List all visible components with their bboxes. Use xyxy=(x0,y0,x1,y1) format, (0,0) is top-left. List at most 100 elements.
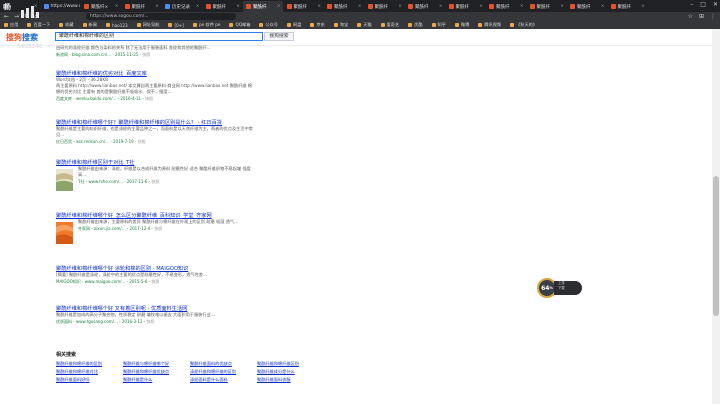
bookmark-item[interactable]: 网盘 xyxy=(287,22,301,28)
result-cache-link[interactable]: 快照 xyxy=(154,226,162,231)
bookmark-item[interactable]: 网址导航 xyxy=(136,22,159,28)
browser-tab[interactable]: 聚酰纤 × xyxy=(365,1,405,12)
related-search-link[interactable]: 聚酰纤维和棉纤维优缺点 xyxy=(123,369,190,375)
bookmark-item[interactable]: 新闻 xyxy=(82,22,97,28)
bookmark-item[interactable]: 天猫 xyxy=(357,22,372,28)
bookmark-item[interactable]: 知乎 xyxy=(431,22,446,28)
browser-tab[interactable]: 聚酰纤 × xyxy=(243,1,283,12)
result-title[interactable]: 聚酰纤维和棉纤维哪个好 又有着区别呢 - 优质面料生活网 xyxy=(56,305,256,312)
bookmark-label: 京东 xyxy=(316,22,325,27)
bookmark-item[interactable]: 淘宝 xyxy=(333,22,348,28)
bookmark-item[interactable]: 腾讯视频 xyxy=(478,22,501,28)
related-search-link[interactable]: 聚酰纤维和棉纤维对比 xyxy=(56,369,123,375)
tab-close-icon[interactable]: × xyxy=(115,4,119,9)
bookmark-item[interactable]: 公众号 xyxy=(259,22,278,28)
result-url-text[interactable]: MAIGOO知识 - www.maigoo.com/... - 2015-5-6 xyxy=(56,279,147,284)
tab-close-icon[interactable]: × xyxy=(155,4,159,9)
bookmark-item[interactable]: hao123 xyxy=(105,23,128,28)
result-title[interactable]: 聚酰纤维和棉纤维的优劣对比_百度文库 xyxy=(56,70,256,77)
speed-value: 64 xyxy=(541,284,550,292)
browser-tab[interactable]: 聚酰纤 × xyxy=(203,1,243,12)
result-url-text[interactable]: 百度文库 - wenku.baidu.com/... - 2016-4-11 xyxy=(56,96,141,101)
result-title[interactable]: 聚酰纤维和棉纤维哪个好？聚酰纤维和棉纤维的区别是什么？ - 红日百货 xyxy=(56,119,256,126)
result-title[interactable]: 聚酰纤维和棉纤维哪个好_怎么区分聚酰纤维_百科知识_学堂_齐家网 xyxy=(56,212,256,219)
bookmark-item[interactable]: pe 软件 pe xyxy=(192,22,220,28)
browser-tab[interactable]: 聚酰纤 × xyxy=(486,1,526,12)
scrollbar-thumb[interactable] xyxy=(713,176,719,316)
related-search-link[interactable]: 聚酰纤维和棉纤维的区别 xyxy=(56,361,123,367)
related-search-link[interactable]: 聚酰纤维和棉纤维区别 xyxy=(257,361,324,367)
bookmark-item[interactable]: 收藏 xyxy=(59,22,74,28)
extensions-icon[interactable]: ⊞ xyxy=(699,13,704,20)
menu-icon[interactable]: ⋮ xyxy=(710,13,716,20)
result-url-text[interactable]: T社 - www.tshe.com/... - 2017-11-6 xyxy=(78,179,147,184)
tab-close-icon[interactable]: × xyxy=(358,4,362,9)
result-cache-link[interactable]: 快照 xyxy=(151,279,159,284)
result-title[interactable]: 聚酰纤维和棉纤维哪个好 涂轮和棉的区别 - MAIGOO知识 xyxy=(56,265,256,272)
result-item: 聚酰纤维和棉纤维哪个好 又有着区别呢 - 优质面料生活网 聚酰纤维是加成的高分子… xyxy=(56,305,256,325)
browser-tab[interactable]: 聚酰纤 × xyxy=(527,1,567,12)
tab-close-icon[interactable]: × xyxy=(277,4,281,9)
close-window-icon[interactable]: ✕ xyxy=(713,1,718,8)
tab-close-icon[interactable]: × xyxy=(520,4,524,9)
bookmark-item[interactable]: [0+] xyxy=(168,23,184,28)
related-search-link[interactable]: 聚酰纤维面料好吗 xyxy=(56,377,123,383)
star-icon[interactable]: ☆ xyxy=(688,13,693,20)
result-thumbnail-fabric[interactable] xyxy=(56,169,73,191)
bookmark-label: 网盘 xyxy=(293,22,302,27)
related-search-link[interactable]: 聚酰纤维成分是什么 xyxy=(257,369,324,375)
tab-close-icon[interactable]: × xyxy=(317,4,321,9)
speed-unit: % xyxy=(549,286,553,290)
result-url-text[interactable]: 新浪网 - blog.sina.com.cn/... - 2015-11-25 xyxy=(56,52,138,57)
browser-tab[interactable]: 聚酰纤 × xyxy=(284,1,324,12)
browser-tab[interactable]: 聚酰纤 × xyxy=(122,1,162,12)
sogou-logo[interactable]: 搜狗搜索 xyxy=(6,32,38,43)
network-speed-widget[interactable]: 64% 上传 下载 xyxy=(537,278,582,298)
result-cache-link[interactable]: 快照 xyxy=(138,139,146,144)
related-search-link[interactable]: 聚酰纤维面料的优缺点 xyxy=(190,361,257,367)
related-search-link[interactable]: 涤纶面料是什么面料 xyxy=(190,377,257,383)
browser-tab[interactable]: 聚酰纤 × xyxy=(567,1,607,12)
tab-close-icon[interactable]: × xyxy=(479,4,483,9)
browser-tab[interactable]: 聚酰纤× × xyxy=(81,1,121,12)
bookmark-item[interactable]: 爱奇艺 xyxy=(380,22,399,28)
bookmark-item[interactable]: 《秋天的》 xyxy=(510,22,537,28)
tab-close-icon[interactable]: × xyxy=(560,4,564,9)
result-cache-link[interactable]: 快照 xyxy=(151,179,159,184)
related-search-link[interactable]: 聚酰纤维是什么 xyxy=(123,377,190,383)
bookmark-item[interactable]: QQ邮箱 xyxy=(229,22,250,28)
maximize-icon[interactable]: □ xyxy=(700,1,706,8)
tab-close-icon[interactable]: × xyxy=(601,4,605,9)
tab-label: 聚酰纤 xyxy=(212,4,227,10)
browser-tab[interactable]: 聚酰纤 × xyxy=(405,1,445,12)
tab-close-icon[interactable]: × xyxy=(439,4,443,9)
result-url-text[interactable]: 优质面料 - www.tgosang.com/... - 2016-3-12 xyxy=(56,319,143,324)
search-header: 搜狗搜索 聚酰纤维和棉纤维的区别 搜狗搜索 xyxy=(0,29,712,46)
minimize-icon[interactable]: – xyxy=(690,1,693,8)
bookmark-item[interactable]: 优酷 xyxy=(408,22,423,28)
tab-close-icon[interactable]: × xyxy=(236,4,240,9)
tab-close-icon[interactable]: × xyxy=(398,4,402,9)
result-title[interactable]: 聚酰纤维和棉纤维区别于对比_T社 xyxy=(56,159,256,166)
result-thumbnail-fabric[interactable] xyxy=(56,222,73,244)
result-cache-link[interactable]: 快照 xyxy=(145,96,153,101)
related-search-link[interactable]: 聚酰纤维面料衣服 xyxy=(257,377,324,383)
tab-close-icon[interactable]: × xyxy=(641,4,645,9)
url-field[interactable]: https://www.sogou.com/... xyxy=(86,13,236,20)
bookmark-item[interactable]: 京东 xyxy=(310,22,325,28)
related-search-link[interactable]: 涤纶纤维和棉纤维的区别 xyxy=(190,369,257,375)
browser-tab[interactable]: 聚酰纤 × xyxy=(446,1,486,12)
browser-tab[interactable]: 聚酰纤 × xyxy=(324,1,364,12)
result-cache-link[interactable]: 快照 xyxy=(147,319,155,324)
search-button[interactable]: 搜狗搜索 xyxy=(264,32,294,41)
bookmark-label: QQ邮箱 xyxy=(235,22,251,27)
related-search-link[interactable]: 聚酰纤维与棉纤维哪个好 xyxy=(123,361,190,367)
result-cache-link[interactable]: 快照 xyxy=(142,52,150,57)
browser-tab[interactable]: 聚酰纤 × xyxy=(608,1,648,12)
result-url-text[interactable]: 红日百货 - ask.redsun.cn/... - 2019-7-19 xyxy=(56,139,134,144)
bookmark-item[interactable]: 微博 xyxy=(454,22,469,28)
search-input[interactable]: 聚酰纤维和棉纤维的区别 xyxy=(55,32,263,41)
browser-tab[interactable]: 历史记录 × xyxy=(162,1,202,12)
tab-close-icon[interactable]: × xyxy=(196,4,200,9)
result-url-text[interactable]: 齐家网 - zixun.jia.com/... - 2017-12-4 xyxy=(78,226,150,231)
